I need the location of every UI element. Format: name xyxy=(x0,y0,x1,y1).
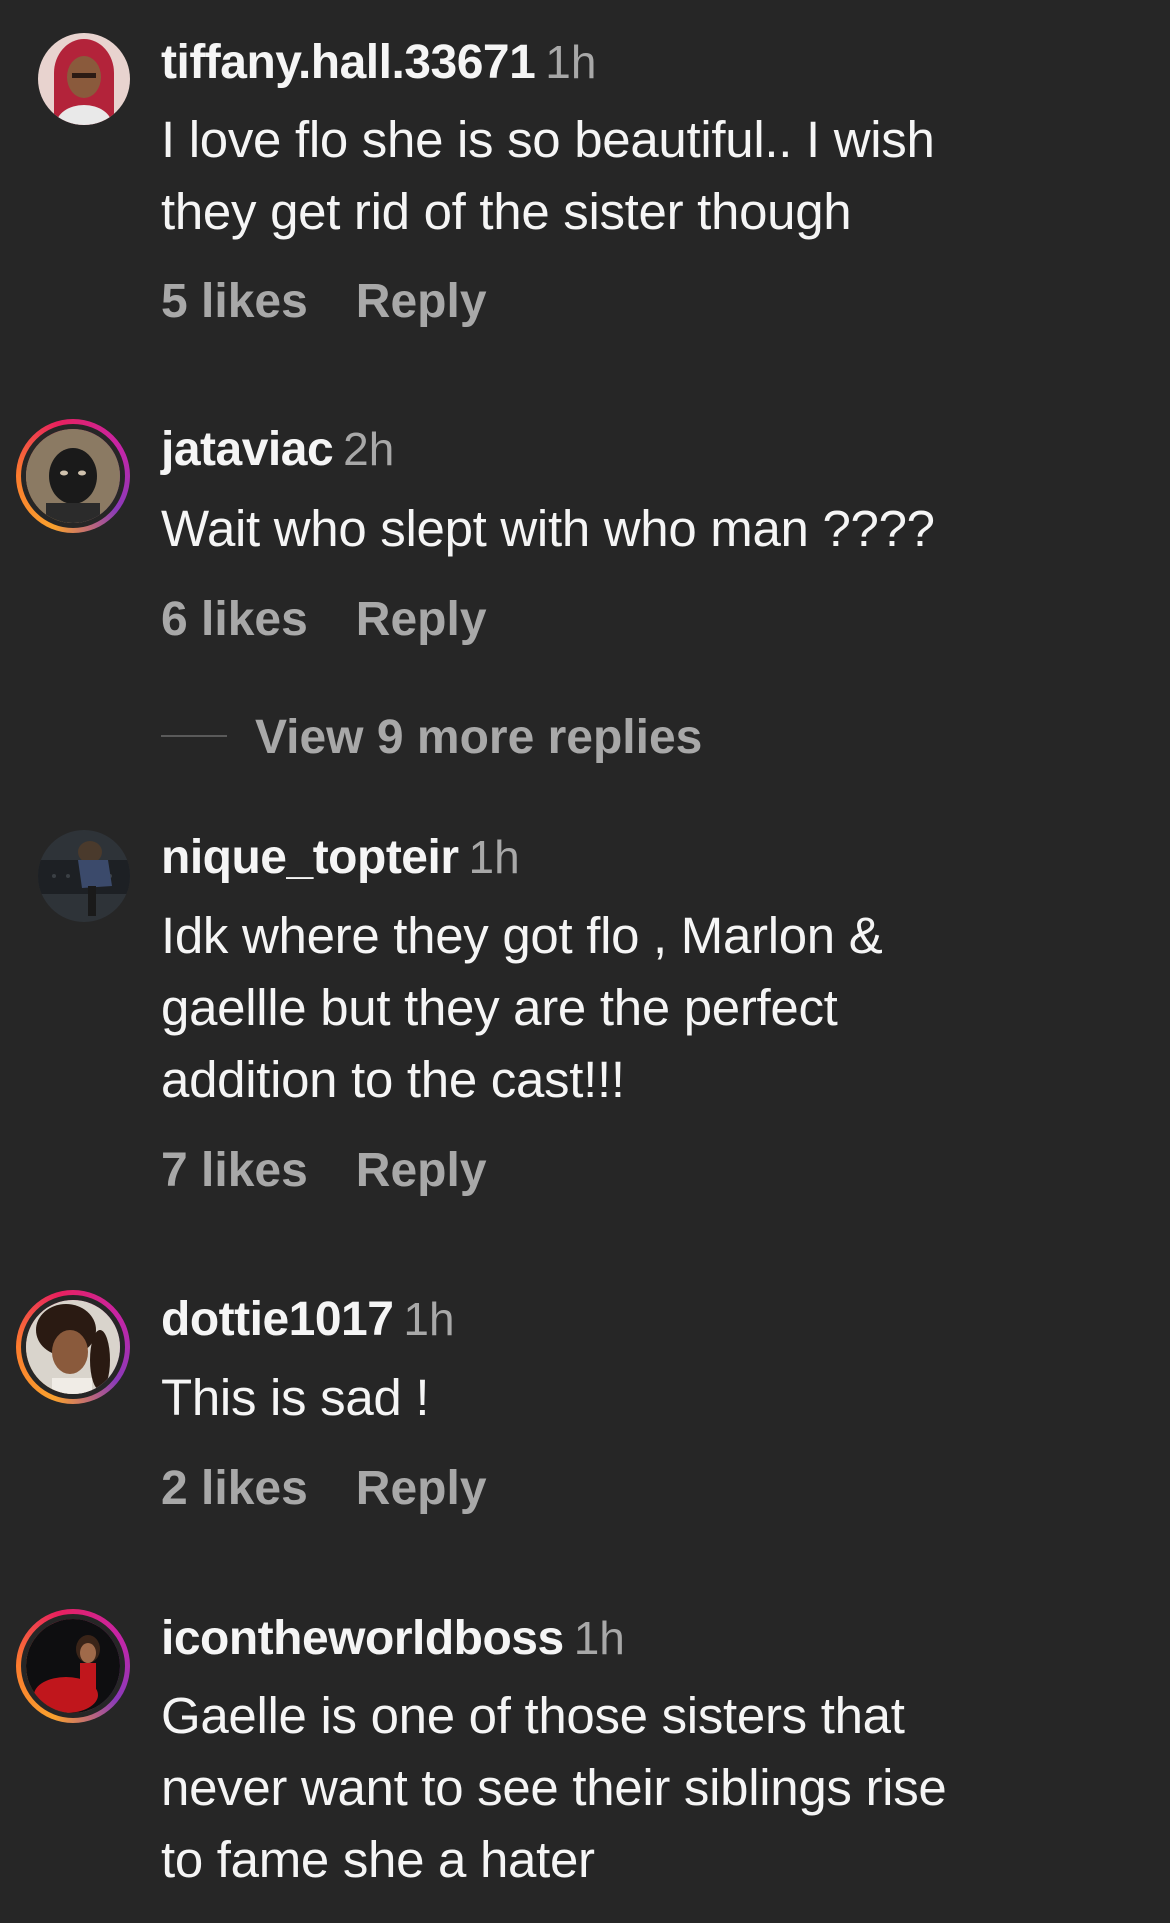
reply-button[interactable]: Reply xyxy=(356,593,487,646)
profile-photo-icon xyxy=(26,429,120,523)
likes-count[interactable]: 7 likes xyxy=(161,1144,308,1197)
profile-photo-icon xyxy=(26,1300,120,1394)
username[interactable]: tiffany.hall.33671 xyxy=(161,36,536,89)
comment-actions: 5 likes Reply xyxy=(161,278,487,326)
story-ring xyxy=(21,1614,125,1718)
story-ring xyxy=(21,1295,125,1399)
username[interactable]: nique_topteir xyxy=(161,831,459,884)
likes-count[interactable]: 2 likes xyxy=(161,1462,308,1515)
reply-button[interactable]: Reply xyxy=(356,1462,487,1515)
timestamp: 1h xyxy=(545,36,597,88)
timestamp: 2h xyxy=(343,423,395,475)
profile-photo-icon xyxy=(38,830,130,922)
reply-button[interactable]: Reply xyxy=(356,1144,487,1197)
profile-photo-icon xyxy=(26,1619,120,1713)
avatar[interactable] xyxy=(16,1290,130,1404)
story-ring xyxy=(21,424,125,528)
avatar[interactable] xyxy=(16,1609,130,1723)
comment-text: This is sad ! xyxy=(161,1369,430,1426)
avatar[interactable] xyxy=(38,33,130,125)
comment-actions: 6 likes Reply xyxy=(161,596,487,644)
comment-text: Idk where they got flo , Marlon & gaelll… xyxy=(161,907,883,1108)
comment-actions: 7 likes Reply xyxy=(161,1147,487,1195)
avatar[interactable] xyxy=(16,419,130,533)
replies-divider xyxy=(161,735,227,738)
comment-header: nique_topteir 1h xyxy=(161,834,520,882)
timestamp: 1h xyxy=(573,1612,625,1664)
comment-text: Gaelle is one of those sisters that neve… xyxy=(161,1687,947,1888)
comment-text: Wait who slept with who man ???? xyxy=(161,500,935,557)
username[interactable]: icontheworldboss xyxy=(161,1612,564,1665)
likes-count[interactable]: 6 likes xyxy=(161,593,308,646)
comment-header: dottie1017 1h xyxy=(161,1296,455,1344)
comment-header: tiffany.hall.33671 1h xyxy=(161,39,596,87)
username[interactable]: jataviac xyxy=(161,423,334,476)
timestamp: 1h xyxy=(468,831,520,883)
comment-header: icontheworldboss 1h xyxy=(161,1615,625,1663)
reply-button[interactable]: Reply xyxy=(356,275,487,328)
comment-header: jataviac 2h xyxy=(161,426,394,474)
comment-text: I love flo she is so beautiful.. I wish … xyxy=(161,111,935,240)
profile-photo-icon xyxy=(38,33,130,125)
view-more-replies-label: View 9 more replies xyxy=(255,711,703,764)
view-more-replies-button[interactable]: View 9 more replies xyxy=(161,714,702,762)
likes-count[interactable]: 5 likes xyxy=(161,275,308,328)
comment-actions: 2 likes Reply xyxy=(161,1465,487,1513)
username[interactable]: dottie1017 xyxy=(161,1293,394,1346)
avatar[interactable] xyxy=(38,830,130,922)
timestamp: 1h xyxy=(403,1293,455,1345)
